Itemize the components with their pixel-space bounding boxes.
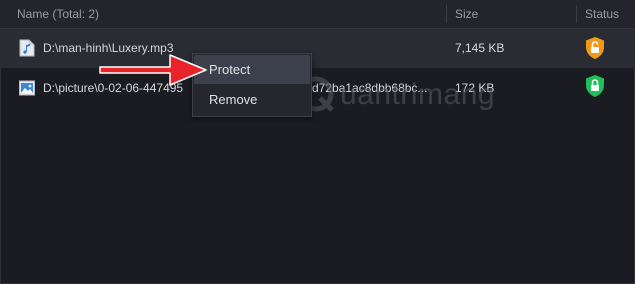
menu-item-remove[interactable]: Remove bbox=[194, 85, 310, 114]
file-size: 7,145 KB bbox=[455, 41, 505, 55]
column-header-name[interactable]: Name (Total: 2) bbox=[17, 0, 99, 28]
column-divider[interactable] bbox=[446, 5, 447, 23]
column-header-size[interactable]: Size bbox=[455, 0, 478, 28]
watermark-text: uantrimang bbox=[340, 78, 496, 111]
context-menu: Protect Remove bbox=[192, 53, 312, 117]
red-arrow-annotation bbox=[99, 54, 207, 86]
table-row[interactable]: D:\man-hinh\Luxery.mp3 7,145 KB bbox=[0, 29, 635, 68]
column-header-bar: Name (Total: 2) Size Status bbox=[0, 0, 635, 29]
column-header-status[interactable]: Status bbox=[585, 0, 619, 28]
shield-unlocked-icon bbox=[586, 37, 604, 59]
column-divider[interactable] bbox=[576, 5, 577, 23]
image-file-icon bbox=[19, 80, 35, 96]
audio-file-icon bbox=[19, 39, 35, 57]
watermark-logo: uantrimang bbox=[296, 72, 495, 116]
menu-item-protect[interactable]: Protect bbox=[194, 55, 310, 84]
shield-locked-icon bbox=[586, 75, 604, 97]
file-list-panel: Name (Total: 2) Size Status D:\man-hinh\… bbox=[0, 0, 635, 284]
